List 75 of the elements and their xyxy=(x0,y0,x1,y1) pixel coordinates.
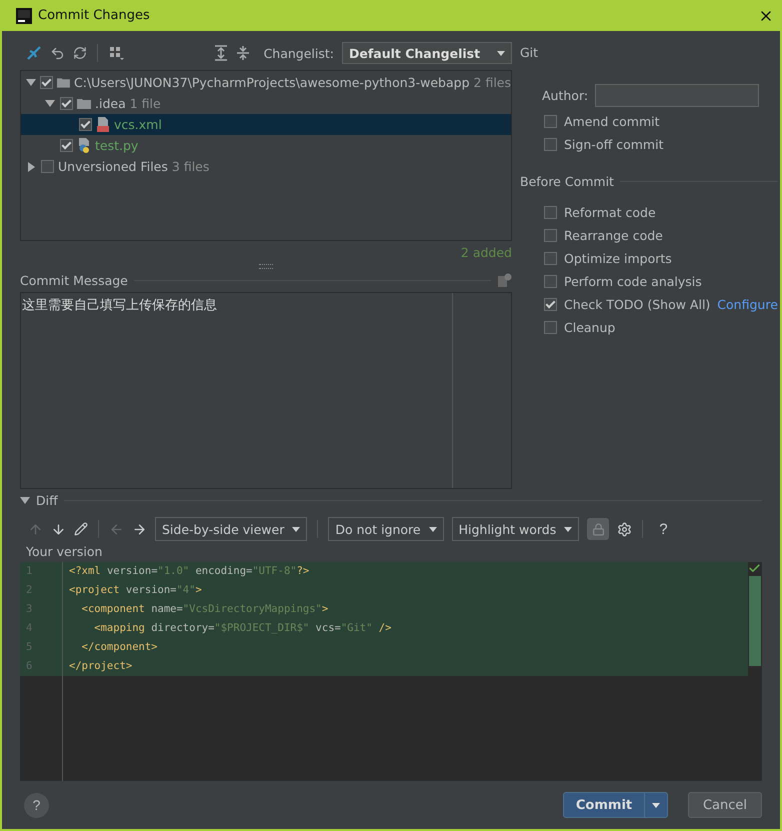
file-label: test.py xyxy=(95,138,138,153)
expanded-arrow-icon[interactable] xyxy=(20,497,30,504)
pane-title: Your version xyxy=(26,544,104,559)
edit-icon[interactable] xyxy=(74,522,88,536)
checkbox[interactable] xyxy=(544,229,557,242)
settings-icon[interactable] xyxy=(617,522,632,536)
checkbox[interactable] xyxy=(544,206,557,219)
added-count: 2 added xyxy=(460,245,512,260)
tree-row[interactable]: vcs.xml xyxy=(21,114,511,135)
file-label: vcs.xml xyxy=(114,117,162,132)
file-count: 1 file xyxy=(130,96,161,111)
option-label: Rearrange code xyxy=(564,228,663,243)
diff-title: Diff xyxy=(36,493,58,508)
folder-icon xyxy=(77,98,91,109)
commit-button[interactable]: Commit xyxy=(563,792,668,818)
help-button[interactable]: ? xyxy=(24,792,49,818)
checkbox[interactable] xyxy=(544,138,557,151)
file-label: .idea xyxy=(95,96,126,111)
checkbox[interactable] xyxy=(41,160,54,173)
checkbox[interactable] xyxy=(79,118,92,131)
python-file-icon xyxy=(77,138,91,153)
checkbox[interactable] xyxy=(544,298,557,311)
tree-row[interactable]: Unversioned Files 3 files xyxy=(21,156,511,177)
viewer-dropdown[interactable]: Side-by-side viewer xyxy=(155,517,308,541)
group-icon[interactable] xyxy=(108,45,124,61)
help-button[interactable]: ? xyxy=(653,520,674,538)
window-title: Commit Changes xyxy=(38,8,151,23)
refresh-icon[interactable] xyxy=(73,46,87,60)
changelist-label: Changelist: xyxy=(264,46,334,60)
highlight-dropdown[interactable]: Highlight words xyxy=(452,517,580,541)
checkbox[interactable] xyxy=(60,97,73,110)
checkbox[interactable] xyxy=(60,139,73,152)
before-commit-title: Before Commit xyxy=(520,174,614,189)
checkbox[interactable] xyxy=(544,115,557,128)
option-label: Optimize imports xyxy=(564,251,672,266)
checkbox[interactable] xyxy=(544,275,557,288)
check-icon xyxy=(748,562,761,575)
tree-row[interactable]: C:\Users\JUNON37\PycharmProjects\awesome-python3-webapp 2 files xyxy=(21,72,511,93)
history-icon[interactable] xyxy=(497,273,512,288)
file-count: 3 files xyxy=(172,159,210,174)
option-label: Perform code analysis xyxy=(564,274,702,289)
option-label: Check TODO (Show All) xyxy=(564,297,710,312)
checkbox[interactable] xyxy=(40,76,54,89)
move-icon[interactable] xyxy=(26,45,42,61)
commit-message-field[interactable]: 这里需要自己填写上传保存的信息 xyxy=(20,292,512,489)
splitter-handle[interactable] xyxy=(259,264,273,269)
option-label: Amend commit xyxy=(564,114,660,129)
option-label: Cleanup xyxy=(564,320,616,335)
changelist-dropdown[interactable]: Default Changelist xyxy=(342,42,512,64)
tree-row[interactable]: .idea 1 file xyxy=(21,93,511,114)
configure-link[interactable]: Configure xyxy=(717,297,778,312)
right-arrow-icon[interactable] xyxy=(132,522,147,536)
author-label: Author: xyxy=(542,88,588,102)
expand-all-icon[interactable] xyxy=(214,45,228,61)
tree-row[interactable]: test.py xyxy=(21,135,511,156)
checkbox[interactable] xyxy=(544,252,557,265)
app-logo-icon xyxy=(16,8,32,24)
file-label: C:\Users\JUNON37\PycharmProjects\awesome-python3-webapp xyxy=(74,75,470,90)
option-label: Reformat code xyxy=(564,205,656,220)
cancel-button[interactable]: Cancel xyxy=(688,792,762,818)
author-field[interactable] xyxy=(595,84,760,106)
lock-button[interactable] xyxy=(587,518,610,540)
checkbox[interactable] xyxy=(544,321,557,334)
option-label: Sign-off commit xyxy=(564,137,664,152)
commit-message-label: Commit Message xyxy=(20,273,128,288)
ignore-dropdown[interactable]: Do not ignore xyxy=(328,517,444,541)
git-section-title: Git xyxy=(520,45,538,60)
file-label: Unversioned Files xyxy=(58,159,168,174)
down-arrow-icon[interactable] xyxy=(51,522,66,536)
xml-file-icon xyxy=(96,117,110,132)
undo-icon[interactable] xyxy=(50,46,65,60)
collapse-all-icon[interactable] xyxy=(236,45,250,61)
file-count: 2 files xyxy=(474,75,511,90)
lock-icon xyxy=(592,522,605,536)
folder-icon xyxy=(57,77,70,88)
